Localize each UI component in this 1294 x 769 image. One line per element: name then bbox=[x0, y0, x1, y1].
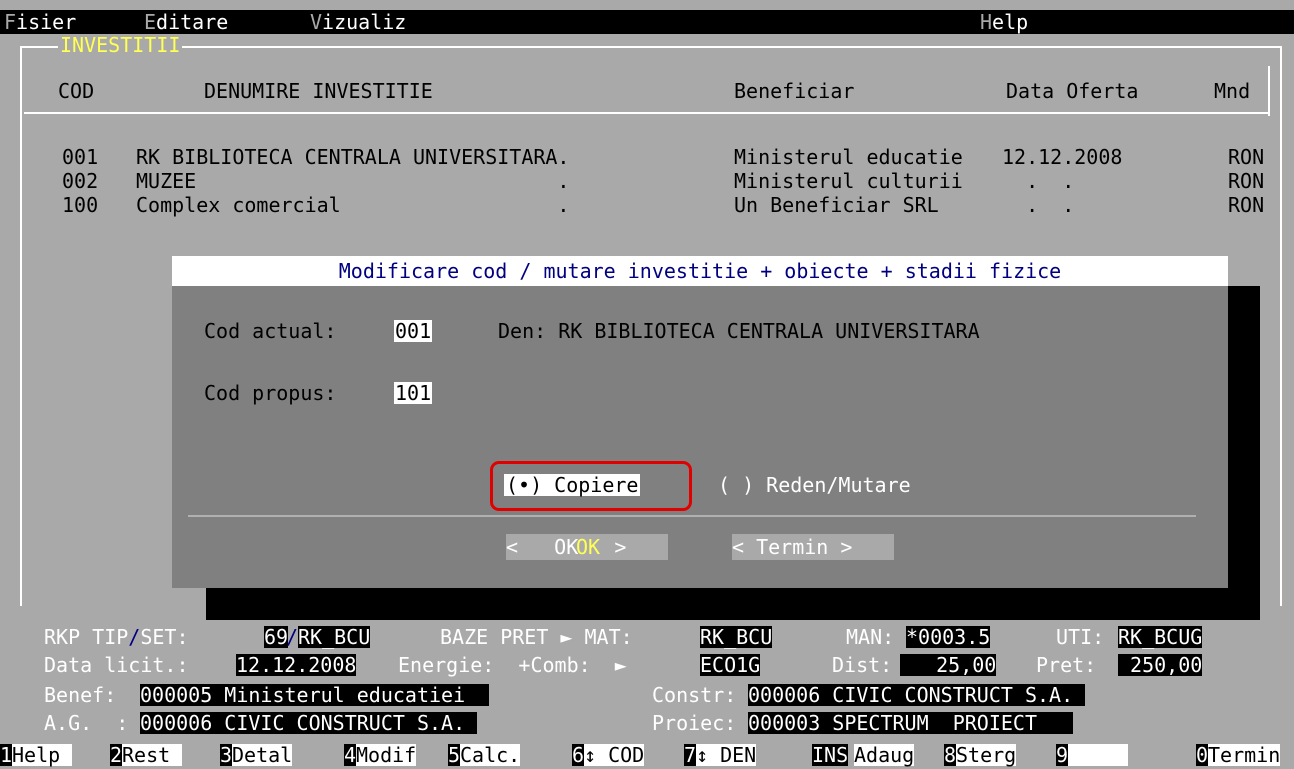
info-constr-label: Constr: bbox=[652, 683, 737, 707]
info-man-label: MAN: bbox=[846, 625, 895, 649]
fkey-9-number: 9 bbox=[1056, 743, 1069, 767]
col-header-data-oferta: Data Oferta bbox=[1006, 79, 1139, 103]
info-proiec-label: Proiec: bbox=[652, 711, 737, 735]
row-beneficiar: Un Beneficiar SRL bbox=[734, 193, 939, 217]
fkey-ins-number: INS bbox=[812, 743, 849, 767]
row-beneficiar: Ministerul culturii bbox=[734, 169, 963, 193]
fkey-3-number: 3 bbox=[220, 743, 233, 767]
info-benef-value: 000005 Ministerul educatiei bbox=[140, 683, 490, 707]
row-mnd: RON bbox=[1228, 145, 1265, 169]
info-rkp-tip-label: RKP TIP/SET: bbox=[44, 625, 189, 649]
cod-actual-label: Cod actual: bbox=[204, 319, 337, 343]
col-header-cod: COD bbox=[58, 79, 95, 103]
info-tip-value: 69 bbox=[264, 625, 289, 649]
info-constr-value: 000006 CIVIC CONSTRUCT S.A. bbox=[748, 683, 1086, 707]
fkey-sterg[interactable]: Sterg bbox=[956, 744, 1017, 766]
cod-propus-field[interactable]: 101 bbox=[394, 382, 433, 404]
info-data-licit-label: Data licit.: bbox=[44, 653, 189, 677]
info-uti-value: RK_BCUG bbox=[1118, 625, 1203, 649]
info-dist-value: 25,00 bbox=[900, 653, 997, 677]
info-data-licit-value: 12.12.2008 bbox=[236, 653, 357, 677]
frame-right-border bbox=[1280, 46, 1282, 606]
focus-highlight bbox=[490, 461, 692, 511]
frame-title: INVESTITII bbox=[58, 33, 183, 57]
info-man-value: *0003.5 bbox=[906, 625, 991, 649]
fkey-cod[interactable]: ↕ COD bbox=[584, 744, 645, 766]
row-data-oferta: . . bbox=[1002, 169, 1075, 193]
header-underline bbox=[24, 112, 1270, 114]
row-denumire: RK BIBLIOTECA CENTRALA UNIVERSITARA. bbox=[136, 145, 570, 169]
frame-left-border bbox=[20, 46, 22, 606]
row-cod: 100 bbox=[62, 193, 99, 217]
row-cod: 001 bbox=[62, 145, 99, 169]
menu-vizualiz[interactable]: Vizualiz bbox=[310, 11, 406, 33]
fkey-den[interactable]: ↕ DEN bbox=[696, 744, 757, 766]
radio-reden-mutare[interactable]: ( ) Reden/Mutare bbox=[718, 474, 911, 496]
cod-actual-field[interactable]: 001 bbox=[394, 320, 433, 342]
cod-propus-label: Cod propus: bbox=[204, 381, 337, 405]
col-header-mnd: Mnd bbox=[1214, 79, 1251, 103]
row-data-oferta: 12.12.2008 bbox=[1002, 145, 1123, 169]
denumire-label: Den: RK BIBLIOTECA CENTRALA UNIVERSITARA bbox=[498, 319, 980, 343]
info-mat-value: RK_BCU bbox=[700, 625, 773, 649]
header-divider bbox=[1268, 66, 1270, 116]
fkey-6-number: 6 bbox=[572, 743, 585, 767]
col-header-beneficiar: Beneficiar bbox=[734, 79, 855, 103]
info-sep: / bbox=[286, 625, 299, 649]
dialog-title: Modificare cod / mutare investitie + obi… bbox=[338, 259, 1062, 283]
info-dist-label: Dist: bbox=[832, 653, 893, 677]
fkey-8-number: 8 bbox=[944, 743, 957, 767]
info-ag-label: A.G. : bbox=[44, 711, 129, 735]
info-uti-label: UTI: bbox=[1056, 625, 1105, 649]
fkey-2-number: 2 bbox=[110, 743, 123, 767]
row-cod: 002 bbox=[62, 169, 99, 193]
row-denumire: MUZEE . bbox=[136, 169, 570, 193]
info-ag-value: 000006 CIVIC CONSTRUCT S.A. bbox=[140, 711, 478, 735]
fkey-5-number: 5 bbox=[448, 743, 461, 767]
row-beneficiar: Ministerul educatie bbox=[734, 145, 963, 169]
menu-help[interactable]: Help bbox=[980, 11, 1028, 33]
menu-bar: Fisier Editare Vizualiz Help bbox=[0, 10, 1294, 34]
col-header-denumire: DENUMIRE INVESTITIE bbox=[204, 79, 433, 103]
fkey-4-number: 4 bbox=[344, 743, 357, 767]
row-mnd: RON bbox=[1228, 193, 1265, 217]
info-pret-label: Pret: bbox=[1036, 653, 1097, 677]
fkey-detal[interactable]: Detal bbox=[232, 744, 293, 766]
row-data-oferta: . . bbox=[1002, 193, 1075, 217]
info-benef-label: Benef: bbox=[44, 683, 117, 707]
fkey-0-number: 0 bbox=[1196, 743, 1209, 767]
info-energie-label: Energie: +Comb: ► bbox=[398, 653, 627, 677]
termin-button[interactable]: < Termin > bbox=[732, 534, 894, 560]
row-denumire: Complex comercial . bbox=[136, 193, 570, 217]
fkey-modif[interactable]: Modif bbox=[356, 744, 417, 766]
info-energie-value: ECO1G bbox=[700, 653, 761, 677]
menu-fisier[interactable]: Fisier bbox=[4, 11, 76, 33]
fkey-help[interactable]: Help bbox=[12, 744, 73, 766]
fkey-1-number: 1 bbox=[0, 743, 13, 767]
fkey-adaug[interactable]: Adaug bbox=[854, 744, 915, 766]
fkey-9-empty[interactable] bbox=[1068, 744, 1129, 766]
ok-button-hotkey: OK bbox=[576, 535, 601, 559]
fkey-calc[interactable]: Calc. bbox=[460, 744, 521, 766]
fkey-7-number: 7 bbox=[684, 743, 697, 767]
dialog-separator bbox=[188, 515, 1196, 517]
fkey-termin[interactable]: Termin bbox=[1208, 744, 1281, 766]
info-set-value: RK_BCU bbox=[298, 625, 371, 649]
info-pret-value: 250,00 bbox=[1118, 653, 1203, 677]
terminal-screen: Fisier Editare Vizualiz Help INVESTITII … bbox=[0, 0, 1294, 769]
info-baze-pret-label: BAZE PRET ► MAT: bbox=[440, 625, 633, 649]
row-mnd: RON bbox=[1228, 169, 1265, 193]
info-proiec-value: 000003 SPECTRUM PROIECT bbox=[748, 711, 1074, 735]
fkey-rest[interactable]: Rest bbox=[122, 744, 183, 766]
menu-editare[interactable]: Editare bbox=[144, 11, 228, 33]
